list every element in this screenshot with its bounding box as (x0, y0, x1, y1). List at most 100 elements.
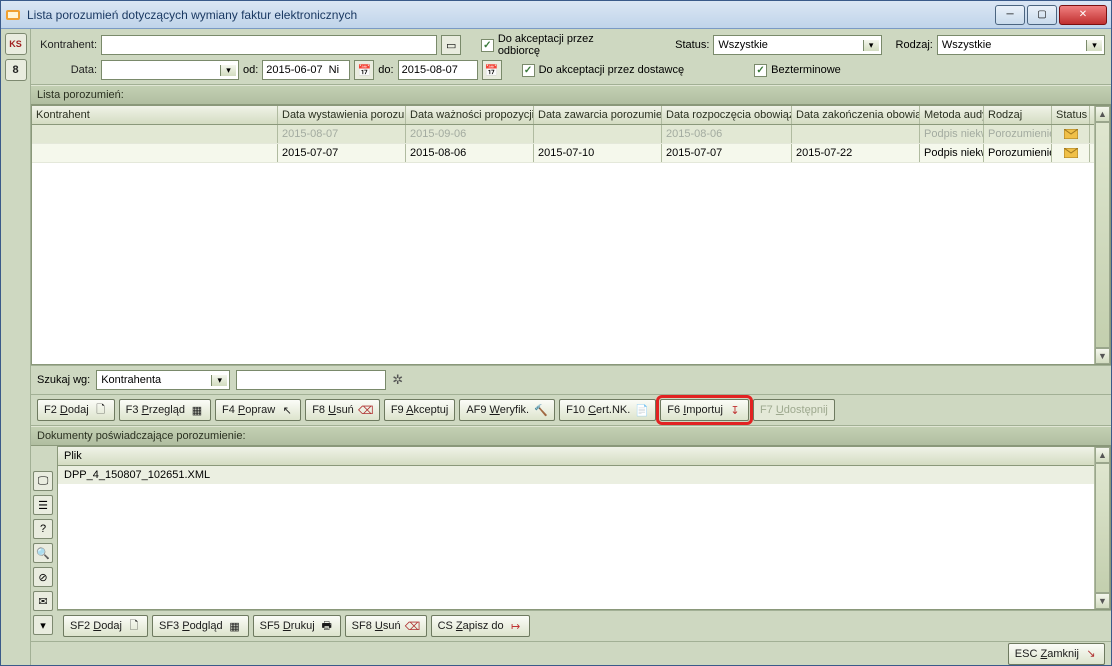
minimize-button[interactable]: ─ (995, 5, 1025, 25)
scroll-down-button[interactable]: ▼ (1095, 348, 1110, 364)
share-button[interactable]: F7 Udostępnij (753, 399, 835, 421)
col-data-zakonczenia[interactable]: Data zakończenia obowią (792, 106, 920, 124)
lock-icon[interactable]: ⊘ (33, 567, 53, 587)
od-label: od: (243, 64, 258, 76)
documents-section-header: Dokumenty poświadczające porozumienie: (31, 426, 1111, 446)
docs-col-plik[interactable]: Plik (58, 447, 1110, 466)
chevron-down-icon[interactable]: ▾ (33, 615, 53, 635)
col-status[interactable]: Status (1052, 106, 1090, 124)
delete-icon: ⌫ (406, 619, 420, 633)
agreements-toolbar: F2 Dodaj🗋 F3 Przegląd▦ F4 Popraw↖ F8 Usu… (31, 395, 1111, 426)
remove-button[interactable]: F8 Usuń⌫ (305, 399, 380, 421)
docs-add-button[interactable]: SF2 Dodaj🗋 (63, 615, 148, 637)
date-to-input[interactable] (398, 60, 478, 80)
export-icon: ↦ (509, 619, 523, 633)
app-icon (5, 7, 21, 23)
col-rodzaj[interactable]: Rodzaj (984, 106, 1052, 124)
status-icon (1052, 144, 1090, 162)
left-sidebar: KS 8 (1, 29, 31, 665)
settings-icon[interactable]: ✲ (392, 372, 403, 388)
grid-icon: ▦ (228, 619, 242, 633)
col-data-rozpoczecia[interactable]: Data rozpoczęcia obowiąz (662, 106, 792, 124)
indefinite-label: Bezterminowe (771, 64, 841, 76)
recipient-accept-checkbox[interactable] (481, 39, 494, 52)
cert-button[interactable]: F10 Cert.NK.📄 (559, 399, 656, 421)
docs-save-button[interactable]: CS Zapisz do↦ (431, 615, 530, 637)
rodzaj-dropdown[interactable]: Wszystkie▾ (937, 35, 1105, 55)
printer-icon: 🖶 (320, 619, 334, 633)
col-metoda[interactable]: Metoda audy (920, 106, 984, 124)
sidebar-logo-button[interactable]: KS (5, 33, 27, 55)
monitor-icon[interactable]: 🖵 (33, 471, 53, 491)
table-scrollbar[interactable]: ▲ ▼ (1094, 106, 1110, 364)
search-field-dropdown[interactable]: Kontrahenta▾ (96, 370, 230, 390)
recipient-accept-label: Do akceptacji przez odbiorcę (498, 33, 638, 57)
docs-row[interactable]: DPP_4_150807_102651.XML (58, 466, 1110, 484)
import-button[interactable]: F6 Importuj↧ (660, 399, 749, 421)
close-footer-button[interactable]: ESC Zamknij↘ (1008, 643, 1105, 665)
documents-panel: Plik DPP_4_150807_102651.XML ▲ ▼ SF2 Dod… (57, 446, 1111, 641)
hammer-icon: 🔨 (534, 403, 548, 417)
docs-scrollbar[interactable]: ▲ ▼ (1094, 447, 1110, 609)
agreements-table: Kontrahent Data wystawienia porozum Data… (31, 105, 1111, 365)
docs-preview-button[interactable]: SF3 Podgląd▦ (152, 615, 249, 637)
kontrahent-picker-button[interactable]: ▭ (441, 35, 461, 55)
scroll-thumb[interactable] (1095, 122, 1110, 348)
col-kontrahent[interactable]: Kontrahent (32, 106, 278, 124)
list-icon[interactable]: ☰ (33, 495, 53, 515)
col-data-wystawienia[interactable]: Data wystawienia porozum (278, 106, 406, 124)
maximize-button[interactable]: ▢ (1027, 5, 1057, 25)
scroll-thumb[interactable] (1095, 463, 1110, 593)
mail-icon[interactable]: ✉ (33, 591, 53, 611)
scroll-down-button[interactable]: ▼ (1095, 593, 1110, 609)
col-data-zawarcia[interactable]: Data zawarcia porozumien (534, 106, 662, 124)
search-input[interactable] (236, 370, 386, 390)
accept-button[interactable]: F9 Akceptuj (384, 399, 456, 421)
cert-icon: 📄 (635, 403, 649, 417)
import-icon: ↧ (728, 403, 742, 417)
col-data-waznosci[interactable]: Data ważności propozycji (406, 106, 534, 124)
delete-icon: ⌫ (359, 403, 373, 417)
scroll-up-button[interactable]: ▲ (1095, 106, 1110, 122)
search-tool-icon[interactable]: 🔍 (33, 543, 53, 563)
grid-icon: ▦ (190, 403, 204, 417)
supplier-accept-label: Do akceptacji przez dostawcę (539, 64, 685, 76)
docs-delete-button[interactable]: SF8 Usuń⌫ (345, 615, 427, 637)
scroll-up-button[interactable]: ▲ (1095, 447, 1110, 463)
sidebar-count-button[interactable]: 8 (5, 59, 27, 81)
preview-button[interactable]: F3 Przegląd▦ (119, 399, 211, 421)
window-title: Lista porozumień dotyczących wymiany fak… (27, 8, 989, 22)
data-dropdown[interactable]: ▾ (101, 60, 239, 80)
date-to-picker-button[interactable]: 📅 (482, 60, 502, 80)
date-from-input[interactable] (262, 60, 350, 80)
table-row[interactable]: 2015-08-07 2015-09-06 2015-08-06 Podpis … (32, 125, 1110, 144)
help-icon[interactable]: ? (33, 519, 53, 539)
window-controls: ─ ▢ ✕ (995, 5, 1107, 25)
indefinite-checkbox[interactable] (754, 64, 767, 77)
do-label: do: (378, 64, 393, 76)
filter-panel: Kontrahent: ▭ Do akceptacji przez odbior… (31, 29, 1111, 85)
date-from-picker-button[interactable]: 📅 (354, 60, 374, 80)
close-button[interactable]: ✕ (1059, 5, 1107, 25)
exit-icon: ↘ (1084, 647, 1098, 661)
left-tool-strip: 🖵 ☰ ? 🔍 ⊘ ✉ ▾ (31, 446, 57, 641)
status-bar: ESC Zamknij↘ (31, 641, 1111, 665)
table-row[interactable]: 2015-07-07 2015-08-06 2015-07-10 2015-07… (32, 144, 1110, 163)
window-frame: Lista porozumień dotyczących wymiany fak… (0, 0, 1112, 666)
add-button[interactable]: F2 Dodaj🗋 (37, 399, 115, 421)
documents-toolbar: SF2 Dodaj🗋 SF3 Podgląd▦ SF5 Drukuj🖶 SF8 … (57, 610, 1111, 641)
search-label: Szukaj wg: (37, 374, 90, 386)
agreements-section-header: Lista porozumień: (31, 85, 1111, 105)
docs-print-button[interactable]: SF5 Drukuj🖶 (253, 615, 341, 637)
pointer-icon: ↖ (280, 403, 294, 417)
kontrahent-input[interactable] (101, 35, 437, 55)
new-doc-icon: 🗋 (94, 403, 108, 417)
edit-button[interactable]: F4 Popraw↖ (215, 399, 301, 421)
kontrahent-label: Kontrahent: (37, 39, 97, 51)
status-dropdown[interactable]: Wszystkie▾ (713, 35, 881, 55)
data-label: Data: (37, 64, 97, 76)
supplier-accept-checkbox[interactable] (522, 64, 535, 77)
documents-table: Plik DPP_4_150807_102651.XML ▲ ▼ (57, 446, 1111, 610)
rodzaj-label: Rodzaj: (896, 39, 933, 51)
verify-button[interactable]: AF9 Weryfik.🔨 (459, 399, 555, 421)
